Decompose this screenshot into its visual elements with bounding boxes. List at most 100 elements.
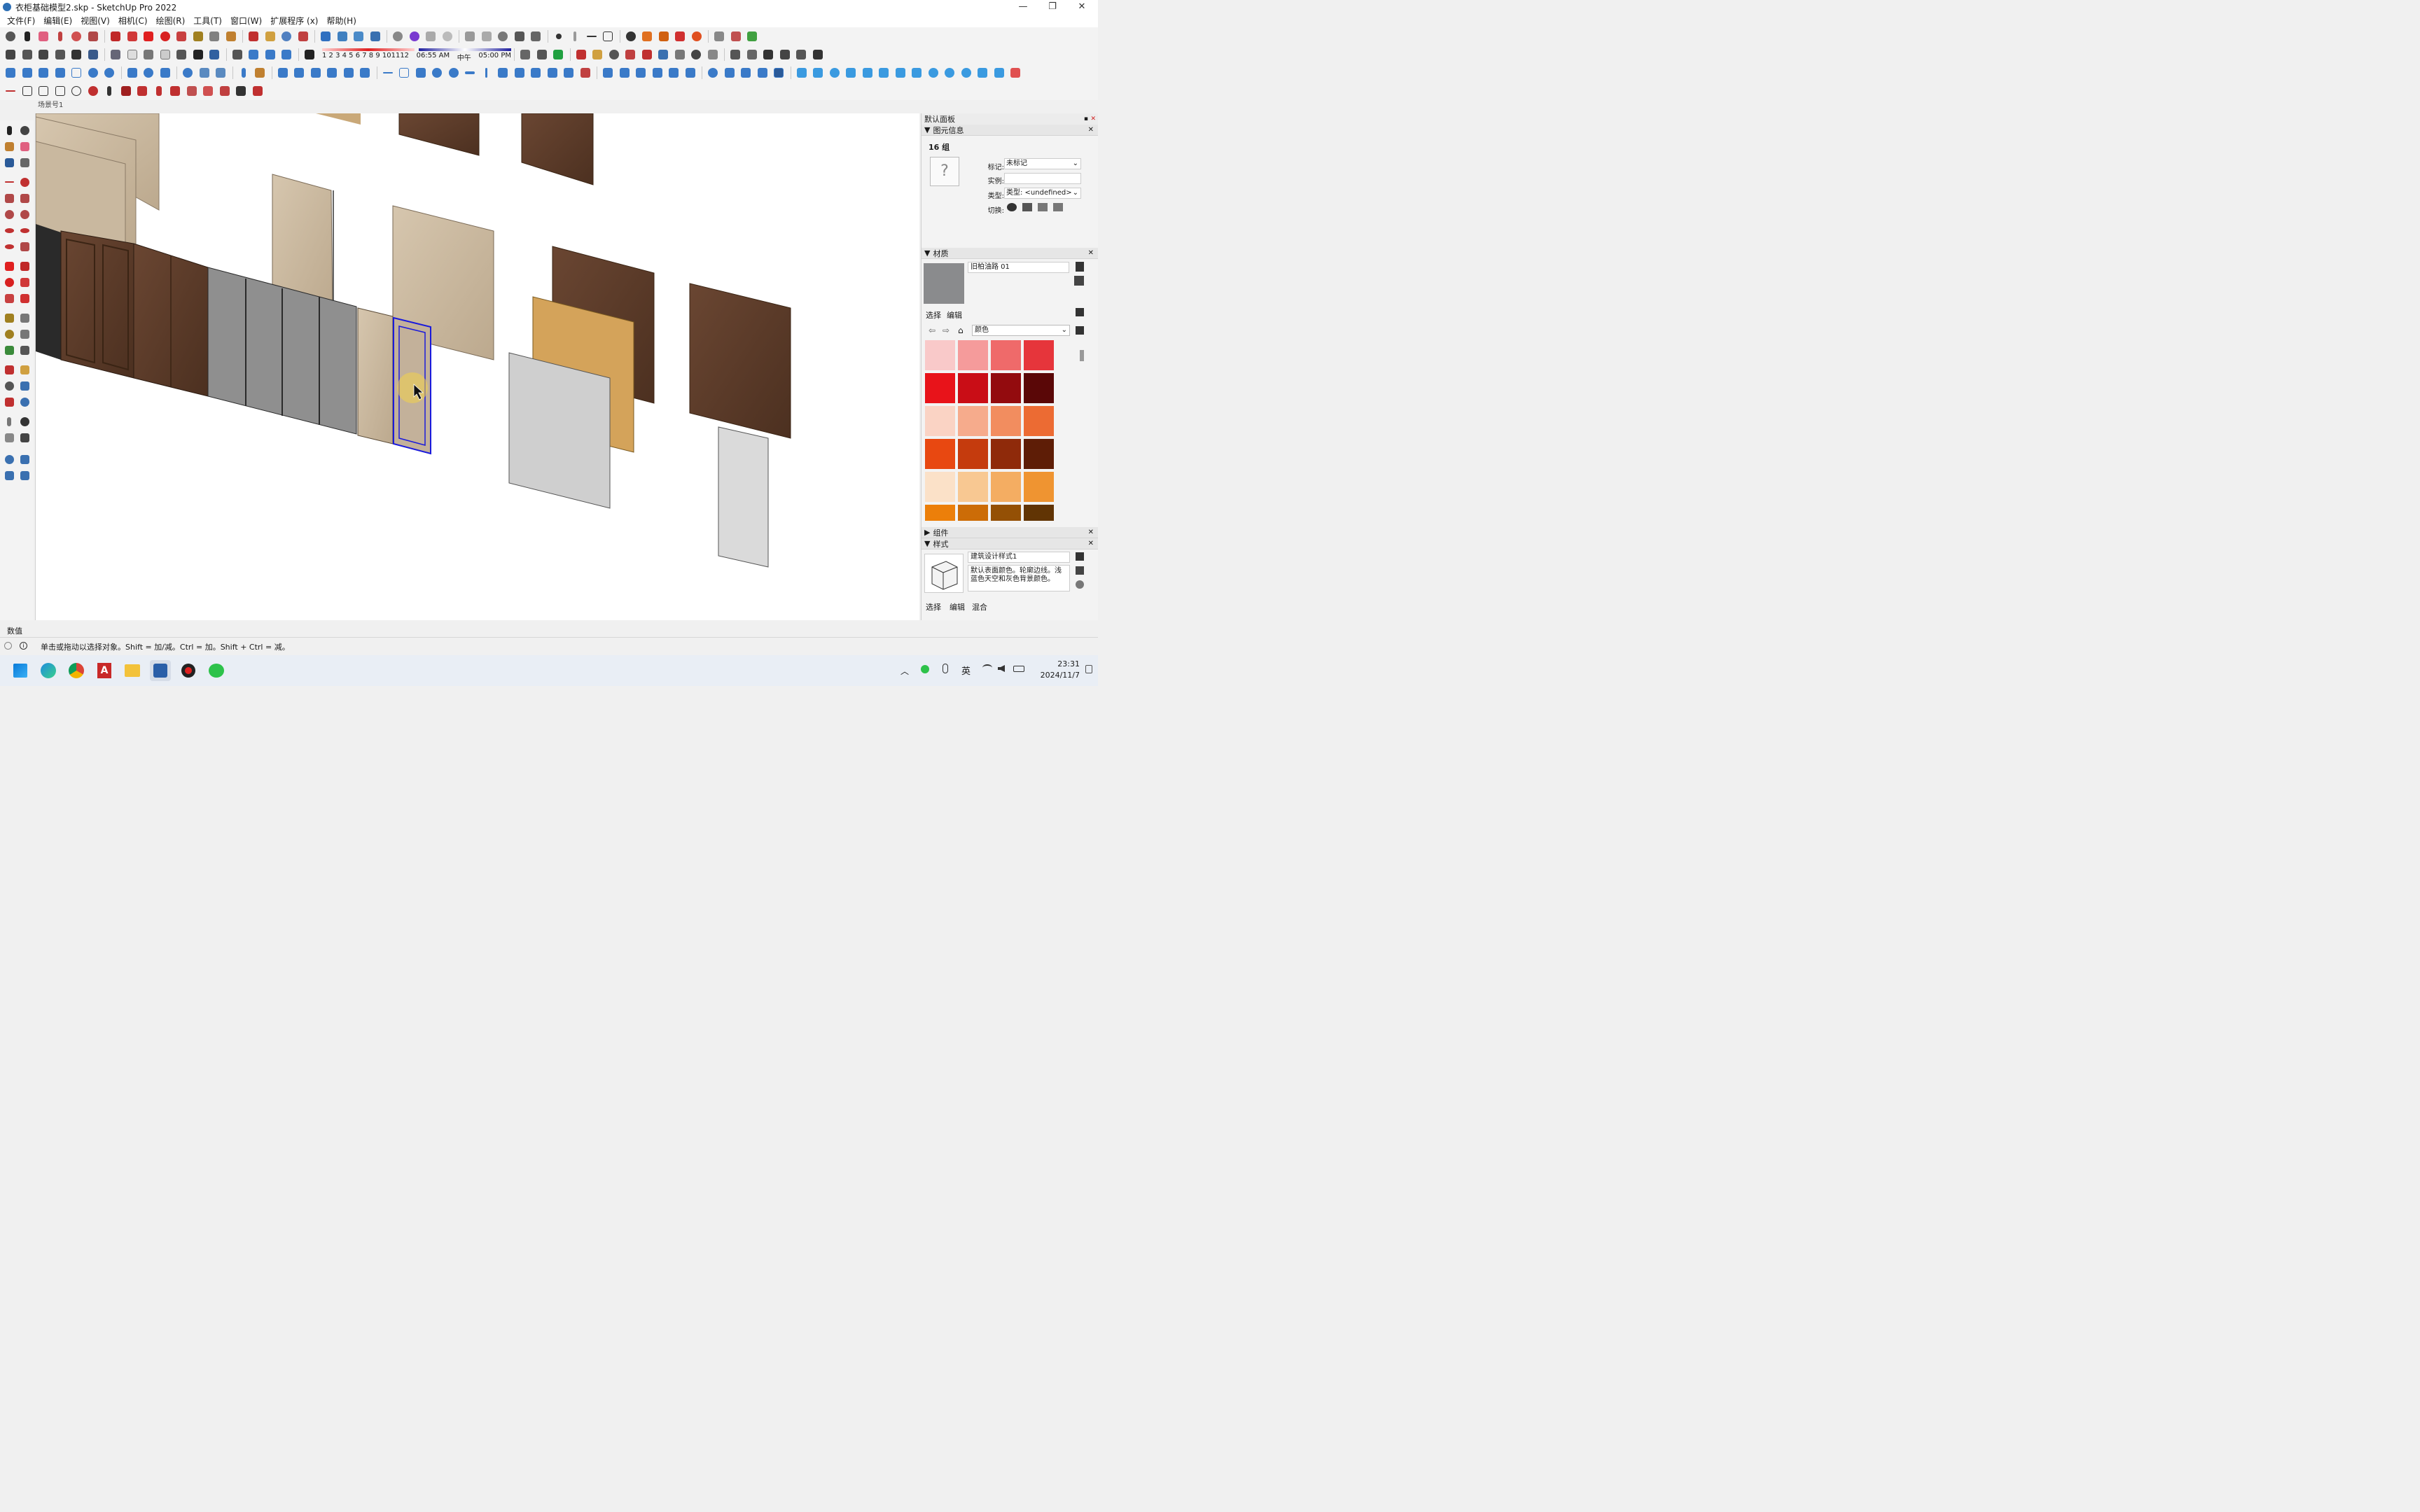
color-swatch[interactable] xyxy=(1024,505,1054,521)
tape-measure-icon[interactable] xyxy=(190,29,206,44)
line-tool-left-icon[interactable] xyxy=(2,175,16,189)
display-shadows-icon[interactable] xyxy=(302,47,317,62)
lasso-tool-icon[interactable] xyxy=(18,123,32,137)
eraser-icon[interactable] xyxy=(36,29,51,44)
curve-tool-icon[interactable] xyxy=(3,65,18,80)
position-icon[interactable] xyxy=(672,47,688,62)
magnifier-icon[interactable] xyxy=(606,47,622,62)
shield-icon[interactable] xyxy=(711,29,727,44)
select-icon[interactable] xyxy=(20,29,35,44)
pan-icon[interactable] xyxy=(263,29,278,44)
guide-icon[interactable] xyxy=(567,29,583,44)
components-close-icon[interactable]: ✕ xyxy=(1088,528,1094,536)
door-icon[interactable] xyxy=(744,47,760,62)
styles-tab-mix[interactable]: 混合 xyxy=(972,601,987,612)
model-viewport[interactable] xyxy=(35,113,919,620)
refresh-icon[interactable] xyxy=(102,65,117,80)
color-swatch[interactable] xyxy=(991,472,1021,502)
create-style-icon[interactable] xyxy=(1076,566,1084,575)
text-tool-icon[interactable] xyxy=(18,327,32,341)
view-bottom-icon[interactable] xyxy=(207,47,222,62)
volume-icon[interactable] xyxy=(998,665,1005,672)
back-arrow-icon[interactable]: ⇦ xyxy=(929,326,936,335)
swatch-scrollbar[interactable] xyxy=(1080,350,1084,361)
badge-icon[interactable] xyxy=(1008,65,1023,80)
component-red-icon[interactable] xyxy=(118,83,134,99)
color-swatch[interactable] xyxy=(1024,406,1054,436)
menu-extensions[interactable]: 扩展程序 (x) xyxy=(266,15,322,27)
scale-tool-icon[interactable] xyxy=(2,291,16,305)
rect-rotated-icon[interactable] xyxy=(36,83,51,99)
paint-red-icon[interactable] xyxy=(167,83,183,99)
arrow-blue-icon[interactable] xyxy=(909,65,924,80)
components-header[interactable]: ▶ 组件 ✕ xyxy=(922,527,1098,538)
folder-icon[interactable] xyxy=(275,65,291,80)
color-swatch[interactable] xyxy=(958,439,988,469)
color-swatch[interactable] xyxy=(925,373,955,403)
sphere-icon[interactable] xyxy=(959,65,974,80)
pointer-icon[interactable] xyxy=(102,83,117,99)
section-planes-icon[interactable] xyxy=(18,468,32,482)
autocad-icon[interactable]: A xyxy=(94,660,115,681)
styles-close-icon[interactable]: ✕ xyxy=(1088,540,1094,547)
point-icon[interactable] xyxy=(551,29,566,44)
tray-overflow-icon[interactable]: ︿ xyxy=(900,665,909,677)
shadow-settings-icon[interactable] xyxy=(246,47,261,62)
document-icon[interactable] xyxy=(291,65,307,80)
hide-icon[interactable] xyxy=(623,29,639,44)
mirror-icon[interactable] xyxy=(250,83,265,99)
array-icon[interactable] xyxy=(324,65,340,80)
columns-icon[interactable] xyxy=(860,65,875,80)
menu-window[interactable]: 窗口(W) xyxy=(226,15,266,27)
light-frame-door[interactable] xyxy=(357,307,394,444)
zoom-tool-left-icon[interactable] xyxy=(2,379,16,393)
extrude-icon[interactable] xyxy=(656,29,672,44)
clock-date[interactable]: 2024/11/7 xyxy=(1029,671,1080,680)
hex-settings-icon[interactable] xyxy=(158,65,173,80)
dimension-tool-icon[interactable] xyxy=(18,311,32,325)
position-camera-icon[interactable] xyxy=(495,29,510,44)
table-icon[interactable] xyxy=(512,65,527,80)
menu-tools[interactable]: 工具(T) xyxy=(189,15,226,27)
info-icon[interactable]: i xyxy=(20,642,27,650)
color-swatch[interactable] xyxy=(1024,373,1054,403)
color-swatch[interactable] xyxy=(925,406,955,436)
outliner-icon[interactable] xyxy=(517,47,533,62)
windows-start-icon[interactable] xyxy=(10,660,31,681)
text-icon[interactable] xyxy=(207,29,222,44)
rotate-icon[interactable] xyxy=(158,29,173,44)
shadow-timeline[interactable]: 1 2 3 4 5 6 7 8 9 101112 06:55 AM 中午 05:… xyxy=(322,47,511,62)
zoom-window-icon[interactable] xyxy=(623,47,638,62)
3d-text-tool-icon[interactable] xyxy=(18,343,32,357)
view-right-icon[interactable] xyxy=(158,47,173,62)
component-icon[interactable] xyxy=(512,29,527,44)
material-name-field[interactable]: 旧柏油路 01 xyxy=(968,262,1069,273)
spline-icon[interactable] xyxy=(53,65,68,80)
rectangle-icon[interactable] xyxy=(600,29,616,44)
materials-close-icon[interactable]: ✕ xyxy=(1088,249,1094,257)
search-icon[interactable] xyxy=(180,65,195,80)
style-thumbnail[interactable] xyxy=(924,554,964,593)
minimize-button[interactable]: — xyxy=(1008,0,1038,14)
materials-tab-select[interactable]: 选择 xyxy=(926,309,941,321)
color-swatch[interactable] xyxy=(958,472,988,502)
notification-icon[interactable] xyxy=(1085,665,1092,673)
color-swatch[interactable] xyxy=(1024,439,1054,469)
tape-tool-icon[interactable] xyxy=(2,311,16,325)
circle-tool-icon[interactable] xyxy=(2,207,16,221)
color-swatch[interactable] xyxy=(958,373,988,403)
menu-camera[interactable]: 相机(C) xyxy=(114,15,152,27)
line-tool-icon[interactable] xyxy=(380,65,396,80)
orbit-icon[interactable] xyxy=(246,29,261,44)
layers-stack-icon[interactable] xyxy=(810,65,826,80)
sweep-icon[interactable] xyxy=(738,65,753,80)
style-textured-icon[interactable] xyxy=(85,47,101,62)
chrome-browser-icon[interactable] xyxy=(66,660,87,681)
entity-info-header[interactable]: ▼ 图元信息 ✕ xyxy=(922,125,1098,136)
cube-red-icon[interactable] xyxy=(578,65,593,80)
wood-panel-sliver[interactable] xyxy=(316,113,361,125)
menu-edit[interactable]: 编辑(E) xyxy=(39,15,76,27)
geo-location-icon[interactable] xyxy=(4,642,12,650)
gear-outline-icon[interactable] xyxy=(827,65,842,80)
circle-draw-icon[interactable] xyxy=(69,83,84,99)
